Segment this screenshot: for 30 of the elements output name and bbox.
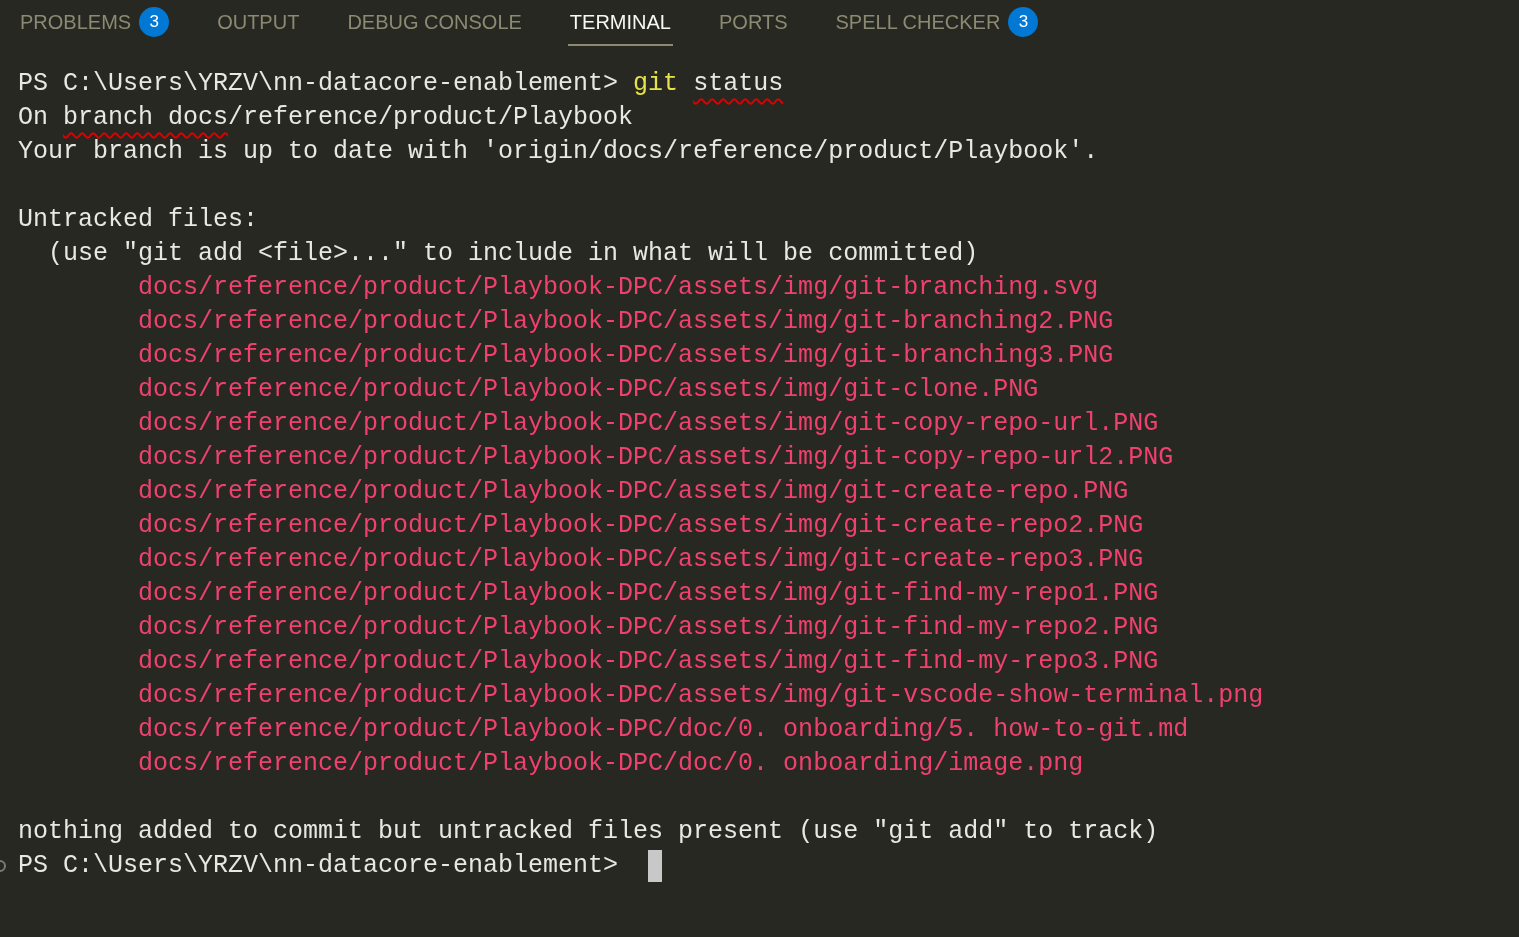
command-line: PS C:\Users\YRZV\nn-datacore-enablement> [18,850,620,882]
panel-tab[interactable]: SPELL CHECKER 3 [833,0,1041,46]
untracked-file-path: docs/reference/product/Playbook-DPC/assets/img/git-branching2.PNG [138,306,1114,338]
untracked-file-path: docs/reference/product/Playbook-DPC/assets/img/git-find-my-repo3.PNG [138,646,1159,678]
output-line: Untracked files: [18,204,259,236]
untracked-file-path: docs/reference/product/Playbook-DPC/assets/img/git-create-repo2.PNG [138,510,1144,542]
panel-tab[interactable]: TERMINAL [567,0,673,46]
panel-tab[interactable]: PROBLEMS 3 [18,0,172,46]
untracked-file-path: docs/reference/product/Playbook-DPC/assets/img/git-copy-repo-url2.PNG [138,442,1174,474]
untracked-file-path: docs/reference/product/Playbook-DPC/assets/img/git-find-my-repo2.PNG [138,612,1159,644]
untracked-file-path: docs/reference/product/Playbook-DPC/assets/img/git-copy-repo-url.PNG [138,408,1159,440]
output-line: nothing added to commit but untracked files present (use "git add" to track) [18,816,1159,848]
output-line: On branch docs/reference/product/Playbook [18,102,634,134]
untracked-file-path: docs/reference/product/Playbook-DPC/doc/0. onboarding/5. how-to-git.md [138,714,1189,746]
command-line: PS C:\Users\YRZV\nn-datacore-enablement> git status [18,68,784,100]
panel-tab[interactable]: DEBUG CONSOLE [345,0,524,46]
panel-tab[interactable]: PORTS [717,0,790,46]
untracked-file-path: docs/reference/product/Playbook-DPC/assets/img/git-branching.svg [138,272,1099,304]
panel-tab[interactable]: OUTPUT [215,0,302,46]
untracked-file-path: docs/reference/product/Playbook-DPC/assets/img/git-vscode-show-terminal.png [138,680,1264,712]
count-badge: 3 [139,7,170,37]
untracked-file-path: docs/reference/product/Playbook-DPC/assets/img/git-branching3.PNG [138,340,1114,372]
untracked-file-path: docs/reference/product/Playbook-DPC/assets/img/git-create-repo.PNG [138,476,1129,508]
output-line: (use "git add <file>..." to include in what will be committed) [48,238,979,270]
untracked-file-path: docs/reference/product/Playbook-DPC/assets/img/git-find-my-repo1.PNG [138,578,1159,610]
output-line: Your branch is up to date with 'origin/docs/reference/product/Playbook'. [18,136,1099,168]
untracked-file-path: docs/reference/product/Playbook-DPC/doc/0. onboarding/image.png [138,748,1084,780]
untracked-file-path: docs/reference/product/Playbook-DPC/assets/img/git-clone.PNG [138,374,1039,406]
count-badge: 3 [1008,7,1039,37]
untracked-file-path: docs/reference/product/Playbook-DPC/assets/img/git-create-repo3.PNG [138,544,1144,576]
